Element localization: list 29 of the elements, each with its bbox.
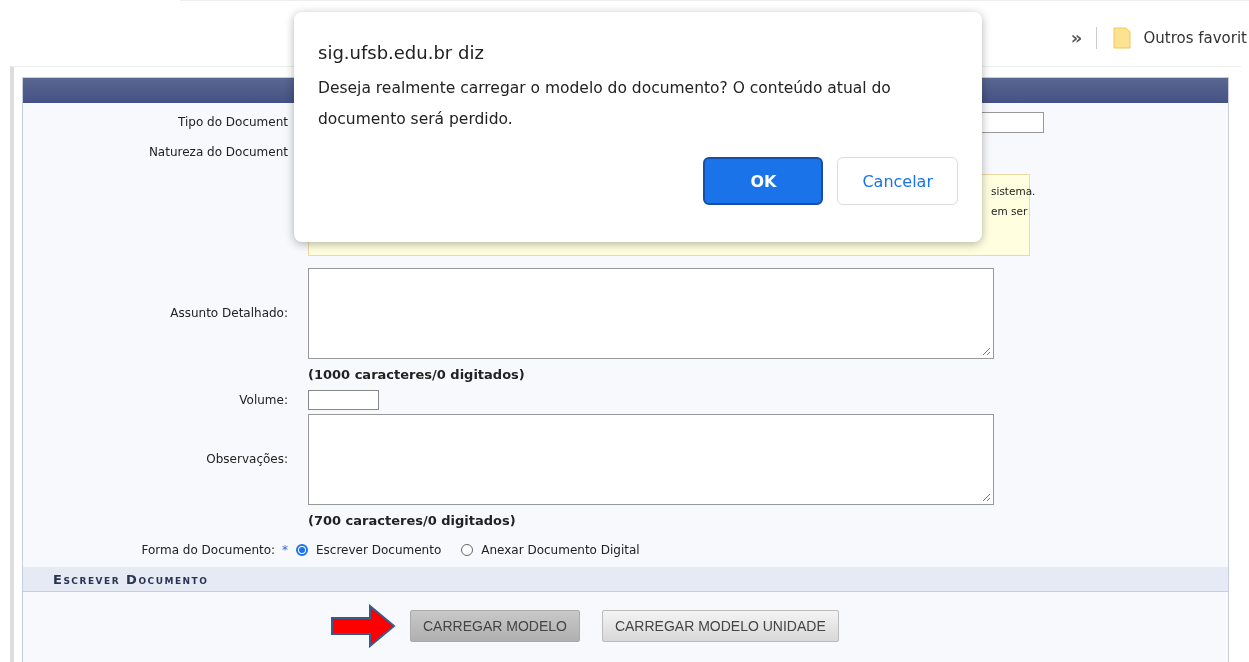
- volume-field[interactable]: [308, 389, 379, 410]
- required-mark: *: [282, 543, 288, 557]
- text-area[interactable]: [308, 268, 994, 359]
- field-label: Tipo do Document: [178, 115, 288, 129]
- text-area[interactable]: [308, 414, 994, 505]
- field-label: Forma do Documento:: [141, 543, 276, 557]
- field-label: Observações:: [206, 452, 288, 466]
- resize-grip-icon: [982, 347, 991, 356]
- notice-text: em ser: [991, 205, 1028, 217]
- bookmarks-overflow-button[interactable]: »: [1070, 27, 1083, 48]
- field-label: Volume:: [239, 392, 288, 407]
- load-template-button[interactable]: CARREGAR MODELO UNIDADE: [601, 610, 839, 642]
- dialog-title: sig.ufsb.edu.br diz: [318, 42, 485, 63]
- folder-icon: [1113, 26, 1132, 49]
- bookmark-folder[interactable]: Outros favorit: [1113, 26, 1247, 49]
- character-counter: (700 caracteres/0 digitados): [308, 513, 517, 528]
- load-template-button[interactable]: CARREGAR MODELO: [410, 610, 580, 642]
- character-counter: (1000 caracteres/0 digitados): [308, 367, 526, 382]
- section-title: Escrever Documento: [53, 571, 209, 587]
- radio-option[interactable]: Anexar Documento Digital: [461, 543, 640, 557]
- arrow-icon: [330, 604, 396, 648]
- notice-text: sistema.: [991, 185, 1036, 197]
- field-label: Assunto Detalhado:: [170, 306, 288, 320]
- field-label: Natureza do Document: [148, 145, 288, 159]
- radio-option[interactable]: Escrever Documento: [296, 543, 442, 557]
- cancel-button[interactable]: Cancelar: [837, 157, 958, 205]
- resize-grip-icon: [982, 493, 991, 502]
- ok-button[interactable]: OK: [703, 157, 824, 205]
- dialog-message: Deseja realmente carregar o modelo do documento? O conteúdo atual do documento será perdido.: [318, 78, 892, 130]
